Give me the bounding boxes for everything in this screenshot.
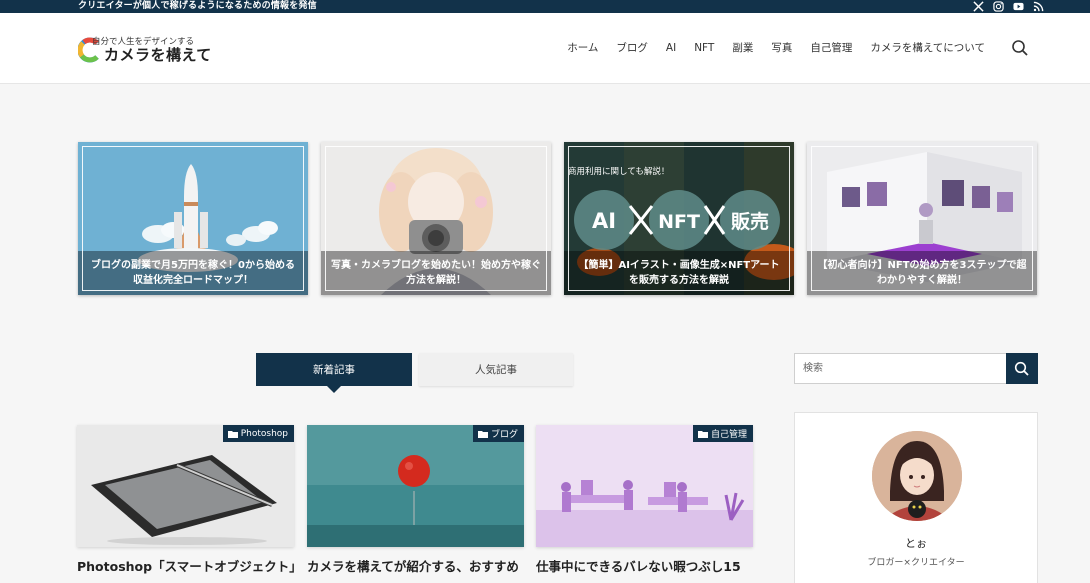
featured-caption: ブログの副業で月5万円を稼ぐ！0から始める収益化完全ロードマップ！ <box>78 251 308 295</box>
office-image <box>536 425 753 547</box>
nav-item-side-job[interactable]: 副業 <box>723 40 762 56</box>
tablet-image <box>77 425 294 547</box>
social-links <box>973 0 1044 13</box>
featured-overlay-text: 商用利用に関しても解説！ <box>568 167 670 177</box>
logo-title: カメラを構えて <box>104 46 212 64</box>
category-label: ブログ <box>490 430 518 440</box>
sidebar-search <box>794 353 1038 384</box>
red-balloon-image <box>307 425 524 547</box>
category-badge[interactable]: Photoshop <box>222 425 294 442</box>
avatar-image <box>872 431 962 521</box>
search-icon[interactable] <box>1011 39 1029 57</box>
search-button[interactable] <box>1006 353 1038 384</box>
article-thumbnail: Photoshop <box>77 425 294 547</box>
featured-card-1[interactable]: ブログの副業で月5万円を稼ぐ！0から始める収益化完全ロードマップ！ <box>78 142 308 295</box>
profile-name: とぉ <box>905 537 927 550</box>
nav-item-about[interactable]: カメラを構えてについて <box>861 40 994 56</box>
tab-popular-articles[interactable]: 人気記事 <box>419 353 573 386</box>
nav-item-self-management[interactable]: 自己管理 <box>801 40 861 56</box>
site-logo[interactable]: 自分で人生をデザインする カメラを構えて <box>78 35 218 65</box>
search-input[interactable] <box>794 353 1007 384</box>
featured-caption: 写真・カメラブログを始めたい！始め方や稼ぐ方法を解説！ <box>321 251 551 295</box>
profile-role: ブロガー×クリエイター <box>867 558 965 568</box>
featured-caption: 【初心者向け】NFTの始め方を3ステップで超わかりやすく解説！ <box>807 251 1037 295</box>
profile-widget: とぉ ブロガー×クリエイター <box>794 412 1038 583</box>
art-word-nft: NFT <box>658 211 700 233</box>
art-word-ai: AI <box>592 209 616 233</box>
search-icon <box>1014 361 1029 376</box>
featured-card-4[interactable]: 【初心者向け】NFTの始め方を3ステップで超わかりやすく解説！ <box>807 142 1037 295</box>
category-badge[interactable]: ブログ <box>472 425 524 442</box>
tab-new-articles[interactable]: 新着記事 <box>256 353 412 386</box>
category-label: Photoshop <box>240 428 288 439</box>
youtube-icon[interactable] <box>1013 1 1024 12</box>
article-card-3[interactable]: 自己管理 仕事中にできるバレない暇つぶし15 <box>536 425 753 583</box>
folder-icon <box>697 430 708 438</box>
art-word-sell: 販売 <box>731 210 769 233</box>
x-icon[interactable] <box>973 1 984 12</box>
rss-icon[interactable] <box>1033 1 1044 12</box>
article-card-2[interactable]: ブログ カメラを構えてが紹介する、おすすめ <box>307 425 524 583</box>
featured-card-3[interactable]: AI NFT 販売 商用利用に関しても解説！ 【簡単】AIイラスト・画像生成×N… <box>564 142 794 295</box>
featured-caption: 【簡単】AIイラスト・画像生成×NFTアートを販売する方法を解説 <box>564 251 794 295</box>
nav-item-home[interactable]: ホーム <box>558 40 607 56</box>
featured-card-2[interactable]: 写真・カメラブログを始めたい！始め方や稼ぐ方法を解説！ <box>321 142 551 295</box>
site-header: 自分で人生をデザインする カメラを構えて ホーム ブログ AI NFT 副業 写… <box>0 13 1090 84</box>
nav-item-photo[interactable]: 写真 <box>762 40 801 56</box>
article-card-1[interactable]: Photoshop Photoshop「スマートオブジェクト」 <box>77 425 302 583</box>
nav-item-blog[interactable]: ブログ <box>607 40 657 56</box>
tab-active-pointer <box>327 386 341 393</box>
nav-item-ai[interactable]: AI <box>657 40 685 56</box>
site-tagline: クリエイターが個人で稼げるようになるための情報を発信 <box>78 1 317 11</box>
category-badge[interactable]: 自己管理 <box>692 425 753 442</box>
instagram-icon[interactable] <box>993 1 1004 12</box>
article-thumbnail: ブログ <box>307 425 524 547</box>
avatar <box>872 431 962 521</box>
article-title[interactable]: Photoshop「スマートオブジェクト」 <box>77 558 307 576</box>
article-title[interactable]: カメラを構えてが紹介する、おすすめ <box>307 558 537 576</box>
nav-item-nft[interactable]: NFT <box>685 40 723 56</box>
category-label: 自己管理 <box>710 430 747 440</box>
main-nav: ホーム ブログ AI NFT 副業 写真 自己管理 カメラを構えてについて <box>558 40 994 56</box>
top-bar: クリエイターが個人で稼げるようになるための情報を発信 <box>0 0 1090 13</box>
article-title[interactable]: 仕事中にできるバレない暇つぶし15 <box>536 558 766 576</box>
folder-icon <box>477 430 488 438</box>
article-thumbnail: 自己管理 <box>536 425 753 547</box>
folder-icon <box>227 430 238 438</box>
